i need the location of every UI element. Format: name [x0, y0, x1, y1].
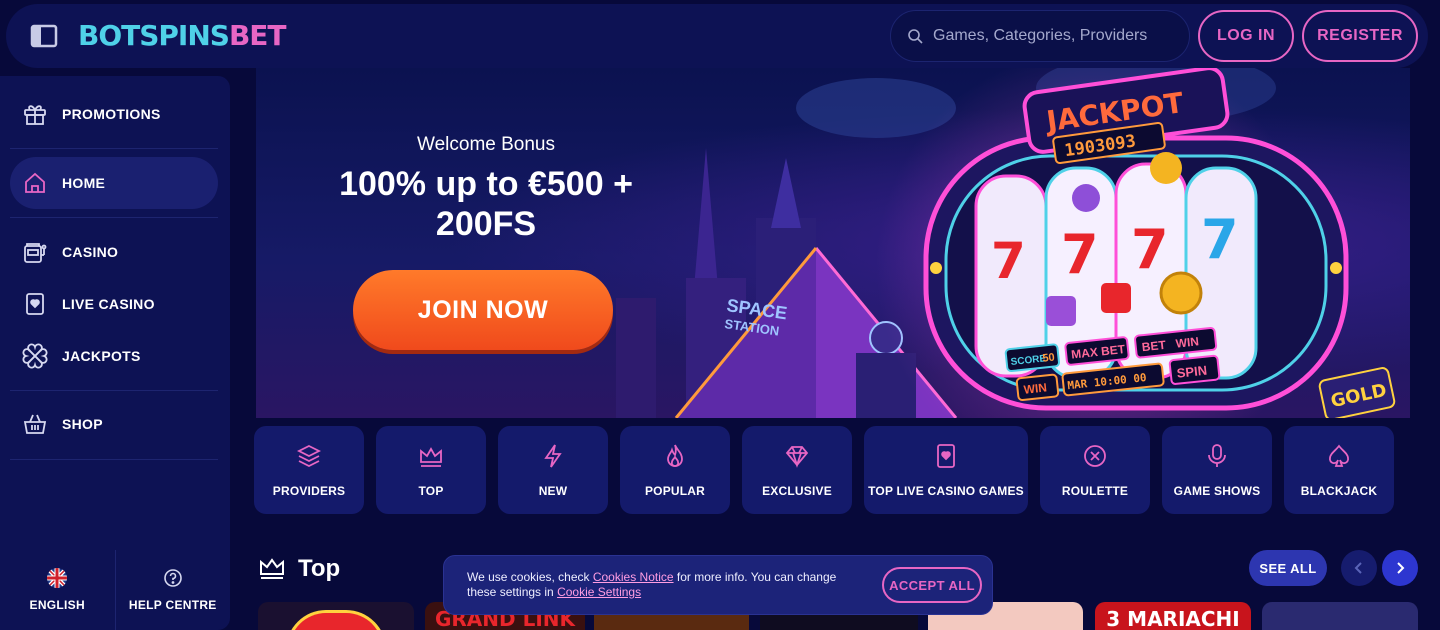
section-title-text: Top — [298, 555, 341, 582]
category-label: ROULETTE — [1061, 484, 1129, 498]
cookie-text-part1: We use cookies, check — [467, 570, 593, 584]
card-icon — [26, 293, 44, 315]
clover-icon — [22, 343, 48, 369]
bonus-amount: 100% up to €500 + 200FS — [339, 165, 633, 243]
sidebar-item-shop[interactable]: SHOP — [10, 398, 218, 450]
sidebar-item-label: HOME — [62, 175, 106, 191]
card-icon — [937, 444, 955, 468]
sidebar-item-jackpots[interactable]: JACKPOTS — [10, 330, 218, 382]
bonus-title: Welcome Bonus — [417, 134, 555, 155]
score-value: 50 — [1042, 351, 1055, 364]
category-label: EXCLUSIVE — [762, 484, 832, 498]
sidebar-item-label: JACKPOTS — [62, 348, 141, 364]
help-icon — [163, 569, 182, 587]
category-label: TOP — [418, 484, 444, 498]
carousel-next-button[interactable] — [1382, 550, 1418, 586]
logo-text-part1: BOTSPINS — [78, 19, 230, 52]
category-label: GAME SHOWS — [1173, 484, 1261, 498]
cookie-banner: We use cookies, check Cookies Notice for… — [443, 555, 993, 615]
sidebar-item-home[interactable]: HOME — [10, 157, 218, 209]
sidebar-item-live-casino[interactable]: LIVE CASINO — [10, 278, 218, 330]
game-tile[interactable] — [1262, 602, 1418, 630]
cookies-notice-link[interactable]: Cookies Notice — [593, 570, 674, 584]
slot-machine-icon — [24, 243, 47, 263]
carousel-prev-button[interactable] — [1341, 550, 1377, 586]
cookie-settings-link[interactable]: Cookie Settings — [557, 585, 641, 599]
win-display-text: WIN — [1023, 380, 1048, 396]
gift-icon — [24, 105, 46, 125]
sidebar-item-label: PROMOTIONS — [62, 106, 161, 122]
sidebar: PROMOTIONS HOME CASINO LIVE CASINO JACKP… — [0, 76, 230, 630]
home-icon — [25, 172, 45, 193]
category-game-shows[interactable]: GAME SHOWS — [1162, 426, 1272, 514]
category-blackjack[interactable]: BLACKJACK — [1284, 426, 1394, 514]
site-logo[interactable]: BOTSPINSBET — [78, 18, 287, 54]
section-title-top: Top — [258, 554, 340, 584]
join-now-button[interactable]: JOIN NOW — [353, 270, 613, 350]
sidebar-item-label: SHOP — [62, 416, 103, 432]
sidebar-item-casino[interactable]: CASINO — [10, 226, 218, 278]
crown-icon — [420, 447, 442, 467]
category-providers[interactable]: PROVIDERS — [254, 426, 364, 514]
category-exclusive[interactable]: EXCLUSIVE — [742, 426, 852, 514]
search-box[interactable] — [890, 10, 1190, 62]
category-roulette[interactable]: ROULETTE — [1040, 426, 1150, 514]
layers-icon — [296, 444, 322, 468]
bonus-copy: Welcome Bonus 100% up to €500 + 200FS — [316, 134, 656, 244]
microphone-icon — [1208, 444, 1226, 467]
category-label: NEW — [538, 484, 568, 498]
search-icon — [908, 29, 923, 44]
game-tile[interactable] — [258, 602, 414, 630]
promo-banner: SPACE STATION 7 7 7 7 JACKPOT 1903093 SC… — [256, 68, 1410, 418]
divider — [10, 217, 218, 218]
logo-text-part2: BET — [228, 19, 287, 52]
header: BOTSPINSBET LOG IN REGISTER — [6, 4, 1428, 68]
win-text: WIN — [1175, 334, 1200, 350]
crown-icon — [260, 558, 284, 579]
category-top-live-casino-games[interactable]: TOP LIVE CASINO GAMES — [864, 426, 1028, 514]
category-label: TOP LIVE CASINO GAMES — [868, 484, 1024, 498]
divider — [10, 148, 218, 149]
divider — [10, 459, 218, 460]
sidebar-toggle-icon[interactable] — [30, 24, 58, 48]
category-label: POPULAR — [644, 484, 706, 498]
spin-display-text: SPIN — [1176, 363, 1208, 381]
language-label: ENGLISH — [29, 598, 85, 612]
login-button[interactable]: LOG IN — [1198, 10, 1294, 62]
spade-icon — [1329, 444, 1349, 467]
uk-flag-icon — [47, 568, 68, 588]
accept-all-button[interactable]: ACCEPT ALL — [882, 567, 982, 603]
seven-symbol: 7 — [1061, 223, 1099, 286]
sidebar-item-label: LIVE CASINO — [62, 296, 155, 312]
sidebar-footer: ENGLISH HELP CENTRE — [0, 550, 230, 630]
seven-symbol: 7 — [991, 232, 1026, 290]
diamond-icon — [785, 446, 809, 468]
help-centre-link[interactable]: HELP CENTRE — [116, 550, 231, 630]
search-input[interactable] — [933, 27, 1173, 45]
register-button[interactable]: REGISTER — [1302, 10, 1418, 62]
flame-icon — [667, 444, 683, 467]
roulette-icon — [1084, 445, 1106, 467]
bet-text: BET — [1141, 338, 1167, 355]
category-label: PROVIDERS — [272, 484, 346, 498]
see-all-button[interactable]: SEE ALL — [1249, 550, 1327, 586]
category-top[interactable]: TOP — [376, 426, 486, 514]
cookie-message: We use cookies, check Cookies Notice for… — [467, 570, 857, 600]
chevron-right-icon — [1397, 562, 1405, 574]
chevron-left-icon — [1354, 562, 1362, 574]
category-label: BLACKJACK — [1300, 484, 1378, 498]
seven-symbol: 7 — [1131, 218, 1169, 281]
language-selector[interactable]: ENGLISH — [0, 550, 115, 630]
seven-symbol: 7 — [1201, 208, 1239, 271]
help-label: HELP CENTRE — [128, 598, 217, 612]
sidebar-item-label: CASINO — [62, 244, 119, 260]
basket-icon — [23, 414, 47, 434]
lightning-icon — [544, 444, 562, 468]
game-tile[interactable]: 3 MARIACHI — [1095, 602, 1251, 630]
category-new[interactable]: NEW — [498, 426, 608, 514]
divider — [10, 390, 218, 391]
category-popular[interactable]: POPULAR — [620, 426, 730, 514]
sidebar-item-promotions[interactable]: PROMOTIONS — [10, 88, 218, 140]
